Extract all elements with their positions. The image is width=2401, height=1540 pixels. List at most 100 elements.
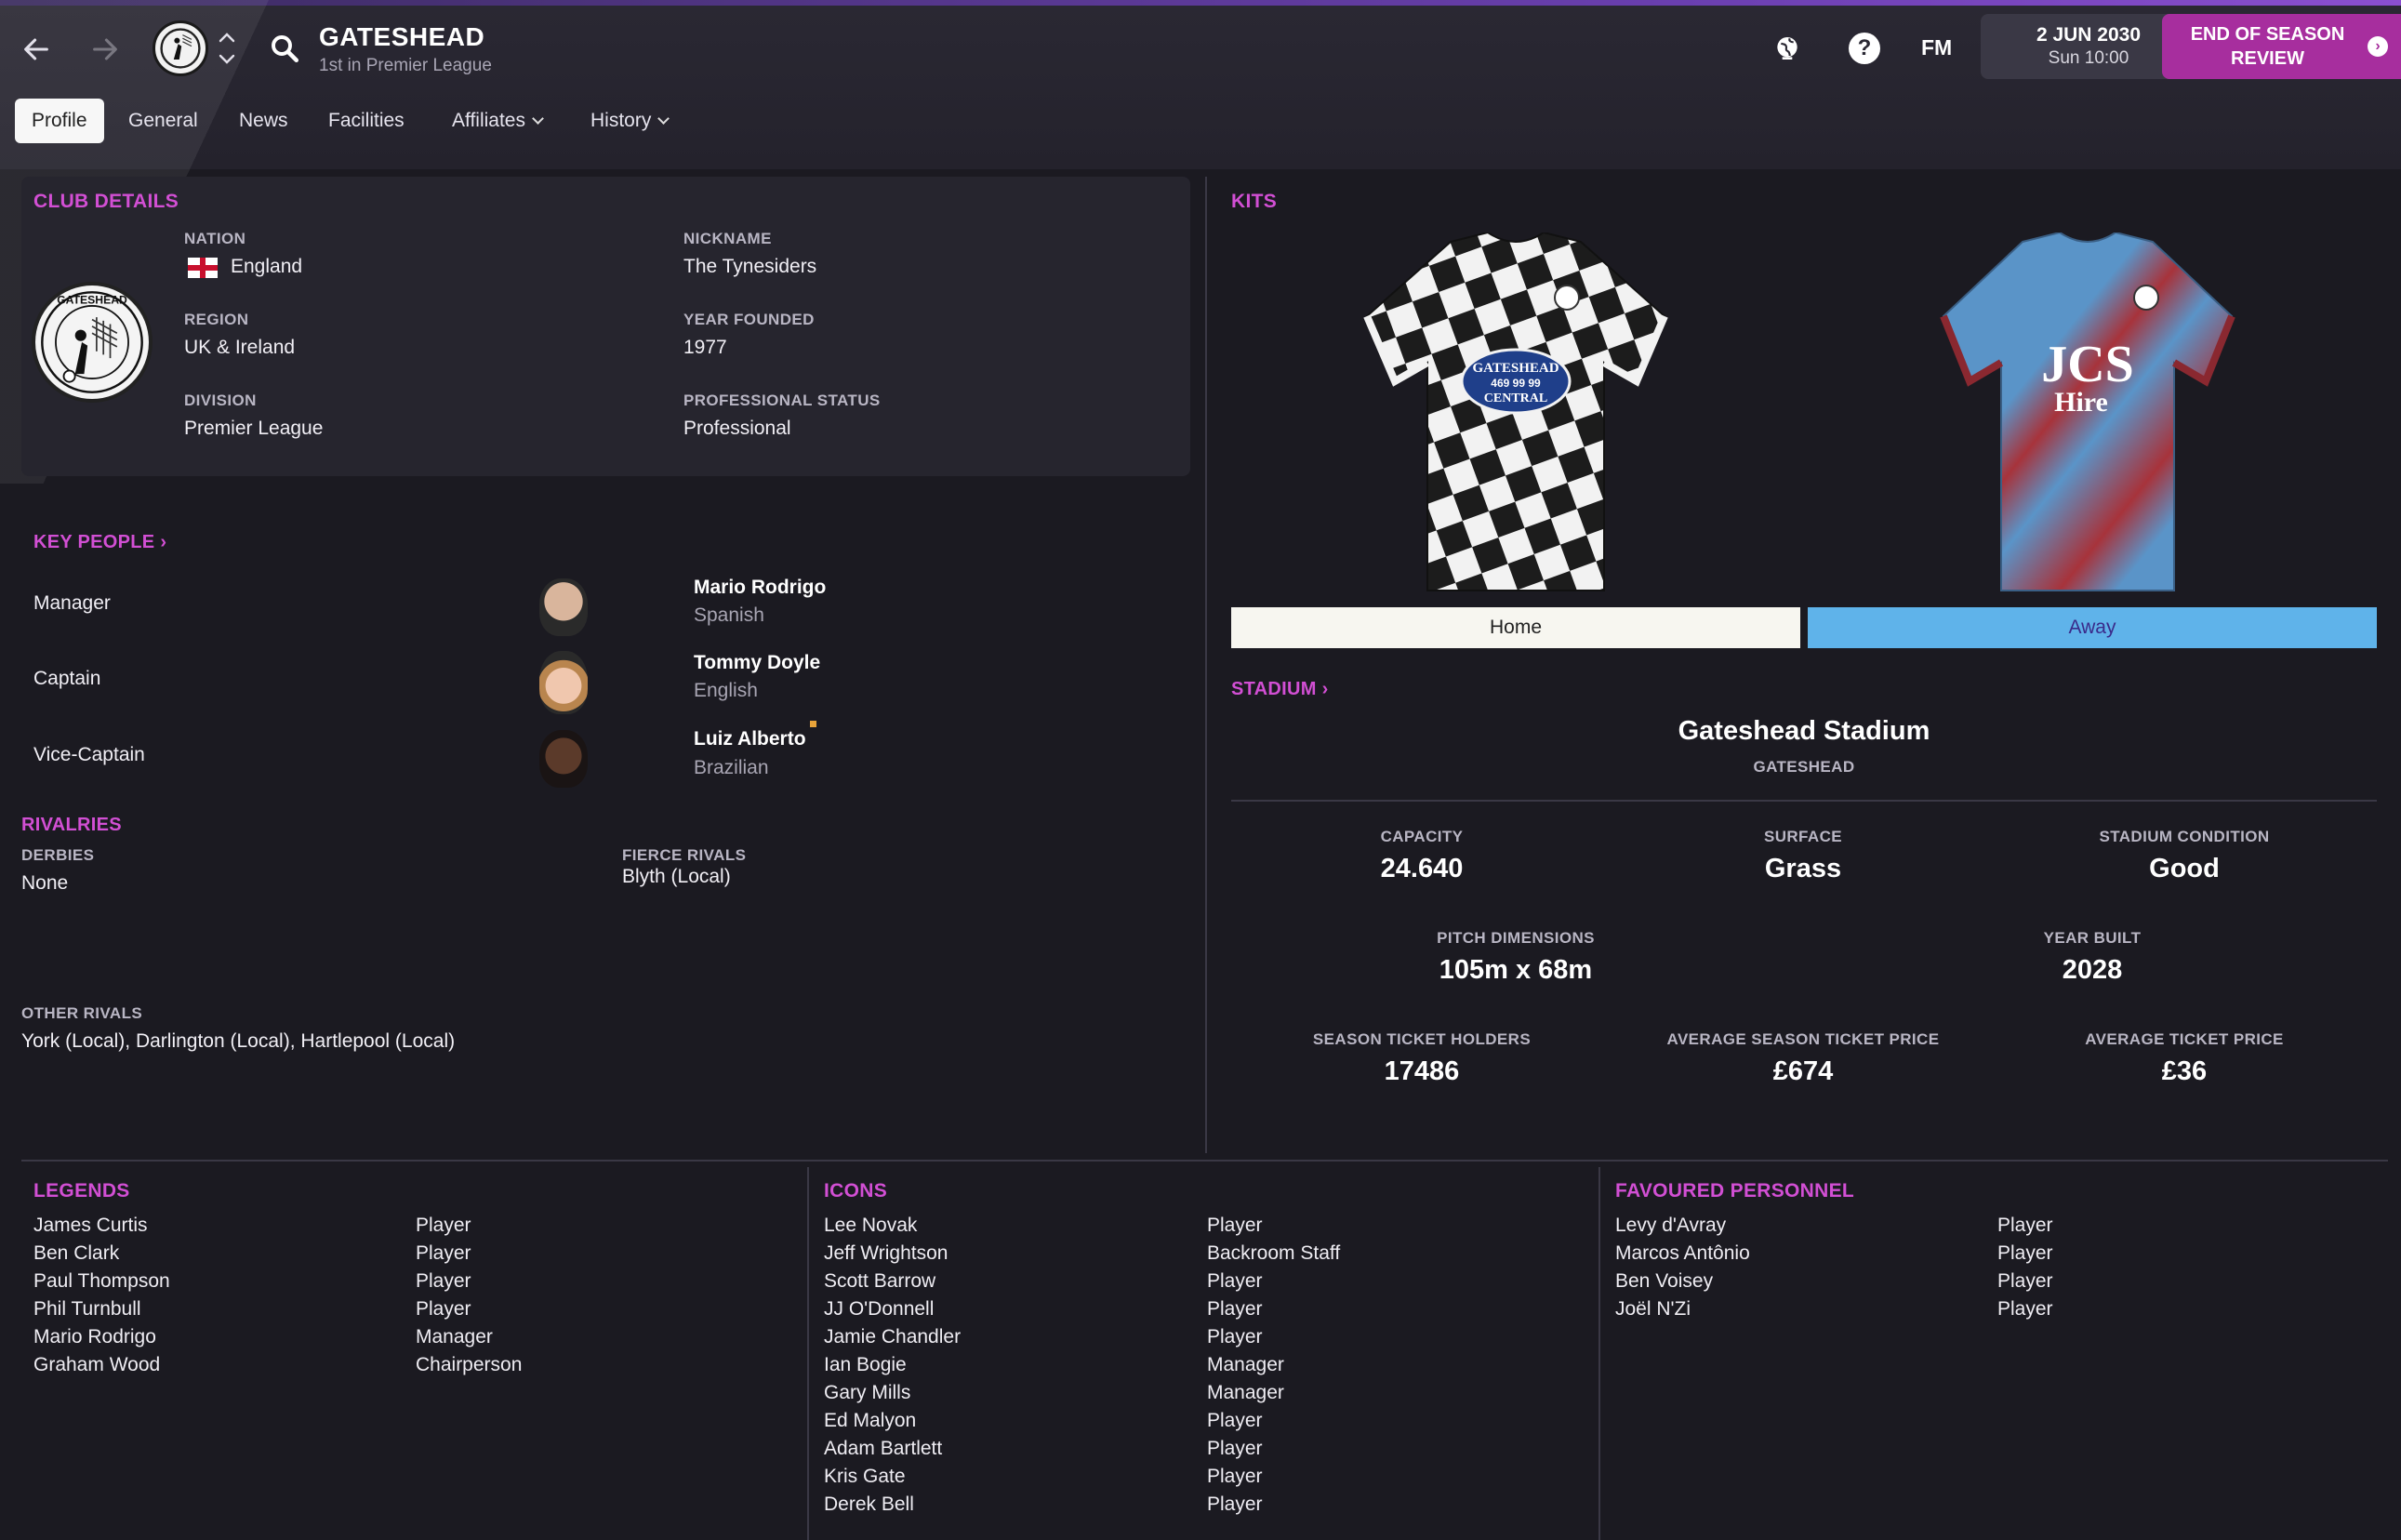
icon-person-name[interactable]: Jamie Chandler [824,1323,961,1351]
tab-label: History [590,110,652,131]
fierce-rivals-label: FIERCE RIVALS [622,846,747,864]
end-of-season-review-label: END OF SEASON REVIEW [2190,24,2345,69]
away-kit-sponsor-line1: JCS [2041,336,2134,393]
favoured-type: Player [1997,1242,2053,1264]
icon-person-type: Player [1207,1326,1263,1348]
away-kit-sponsor-line2: Hire [2054,387,2108,418]
tab-affiliates[interactable]: Affiliates [435,99,559,143]
continue-icon: › [2368,36,2388,57]
help-label: ? [1849,33,1880,64]
surface-value: Grass [1764,854,1842,883]
stadium-link[interactable]: STADIUM › [1231,679,1329,700]
legends-type-list: Player Player Player Player Manager Chai… [416,1212,522,1379]
season-ticket-holders-label: SEASON TICKET HOLDERS [1312,1030,1532,1048]
surface-label: SURFACE [1763,828,1843,845]
tab-profile[interactable]: Profile [15,99,104,143]
stadium-divider [1231,800,2377,802]
legend-type: Chairperson [416,1354,523,1375]
role-vice-captain: Vice-Captain [33,744,145,765]
icon-person-name[interactable]: JJ O'Donnell [824,1295,961,1323]
legend-name[interactable]: Phil Turnbull [33,1295,170,1323]
icon-person-name[interactable]: Adam Bartlett [824,1435,961,1463]
legends-list: James Curtis Ben Clark Paul Thompson Phi… [33,1212,170,1379]
club-crest[interactable] [153,20,208,76]
icon-person-name[interactable]: Derek Bell [824,1491,961,1519]
bottom-section-divider [21,1160,2388,1162]
professional-status-value: Professional [683,418,791,439]
favoured-name[interactable]: Ben Voisey [1615,1268,1750,1295]
end-of-season-review-button[interactable]: END OF SEASON REVIEW › [2162,14,2401,79]
tab-history[interactable]: History [574,99,684,143]
role-captain: Captain [33,668,101,689]
globe-icon[interactable] [1767,28,1808,69]
icon-person-name[interactable]: Ed Malyon [824,1407,961,1435]
chevron-down-icon [532,113,544,125]
year-built-label: YEAR BUILT [2043,929,2142,947]
vice-captain-name[interactable]: Luiz Alberto [694,728,806,750]
tab-general[interactable]: General [112,99,215,143]
tab-facilities[interactable]: Facilities [312,99,421,143]
legend-name[interactable]: Ben Clark [33,1240,170,1268]
division-value[interactable]: Premier League [184,418,323,440]
chevron-down-icon [657,113,670,125]
manager-face-avatar[interactable] [539,578,588,636]
derbies-value: None [21,872,69,894]
icon-person-name[interactable]: Scott Barrow [824,1268,961,1295]
stadium-title: STADIUM [1231,679,1317,699]
search-icon[interactable] [268,32,301,65]
help-icon[interactable]: ? [1844,28,1885,69]
icon-person-name[interactable]: Kris Gate [824,1463,961,1491]
favoured-name[interactable]: Joël N'Zi [1615,1295,1750,1323]
away-kit-button[interactable]: Away [1808,607,2377,648]
back-arrow-icon[interactable] [13,26,60,73]
favoured-name[interactable]: Levy d'Avray [1615,1212,1750,1240]
tab-news[interactable]: News [222,99,305,143]
icon-person-name[interactable]: Gary Mills [824,1379,961,1407]
legend-type: Player [416,1242,471,1264]
manager-nationality: Spanish [694,604,764,626]
icon-person-name[interactable]: Lee Novak [824,1212,961,1240]
nickname-value: The Tynesiders [683,256,817,277]
legend-name[interactable]: Graham Wood [33,1351,170,1379]
average-ticket-price-value: £36 [2161,1056,2208,1086]
year-founded-label: YEAR FOUNDED [683,311,815,328]
up-down-chevron-icon[interactable] [216,28,238,69]
legend-name[interactable]: Paul Thompson [33,1268,170,1295]
favoured-name[interactable]: Marcos Antônio [1615,1240,1750,1268]
club-details-title: CLUB DETAILS [33,191,179,212]
home-kit-shirt[interactable]: GATESHEAD 469 99 99 CENTRAL [1358,231,1674,595]
icon-person-type: Player [1207,1215,1263,1236]
captain-name[interactable]: Tommy Doyle [694,652,820,674]
captain-face-avatar[interactable] [539,651,588,714]
favoured-type: Player [1997,1215,2053,1236]
year-founded-value: 1977 [683,337,727,358]
away-kit-shirt[interactable]: JCS Hire [1934,231,2241,595]
vice-captain-face-avatar[interactable] [539,730,588,788]
column-divider [1205,177,1207,1153]
average-season-ticket-price-value: £674 [1772,1056,1834,1086]
chevron-right-icon: › [160,532,167,552]
icons-list: Lee Novak Jeff Wrightson Scott Barrow JJ… [824,1212,961,1519]
legends-title: LEGENDS [33,1180,130,1201]
manager-name[interactable]: Mario Rodrigo [694,577,826,599]
kits-title: KITS [1231,191,1278,212]
division-label: DIVISION [184,392,257,409]
key-people-link[interactable]: KEY PEOPLE › [33,532,166,553]
region-value: UK & Ireland [184,337,296,358]
icon-person-type: Backroom Staff [1207,1242,1341,1264]
legend-name[interactable]: Mario Rodrigo [33,1323,170,1351]
nation-value[interactable]: England [231,256,302,278]
other-rivals-value[interactable]: York (Local), Darlington (Local), Hartle… [21,1030,455,1053]
icon-person-name[interactable]: Jeff Wrightson [824,1240,961,1268]
tab-label: News [239,110,288,131]
fierce-rivals-value[interactable]: Blyth (Local) [622,866,731,888]
fm-icon[interactable]: FM [1921,35,1952,60]
pitch-dimensions-label: PITCH DIMENSIONS [1437,929,1595,947]
forward-arrow-icon[interactable] [82,26,128,73]
legend-name[interactable]: James Curtis [33,1212,170,1240]
icon-person-name[interactable]: Ian Bogie [824,1351,961,1379]
home-kit-sponsor-line1: GATESHEAD [1472,361,1559,376]
tab-label: Facilities [328,110,405,131]
home-kit-button[interactable]: Home [1231,607,1800,648]
captain-nationality: English [694,680,758,701]
